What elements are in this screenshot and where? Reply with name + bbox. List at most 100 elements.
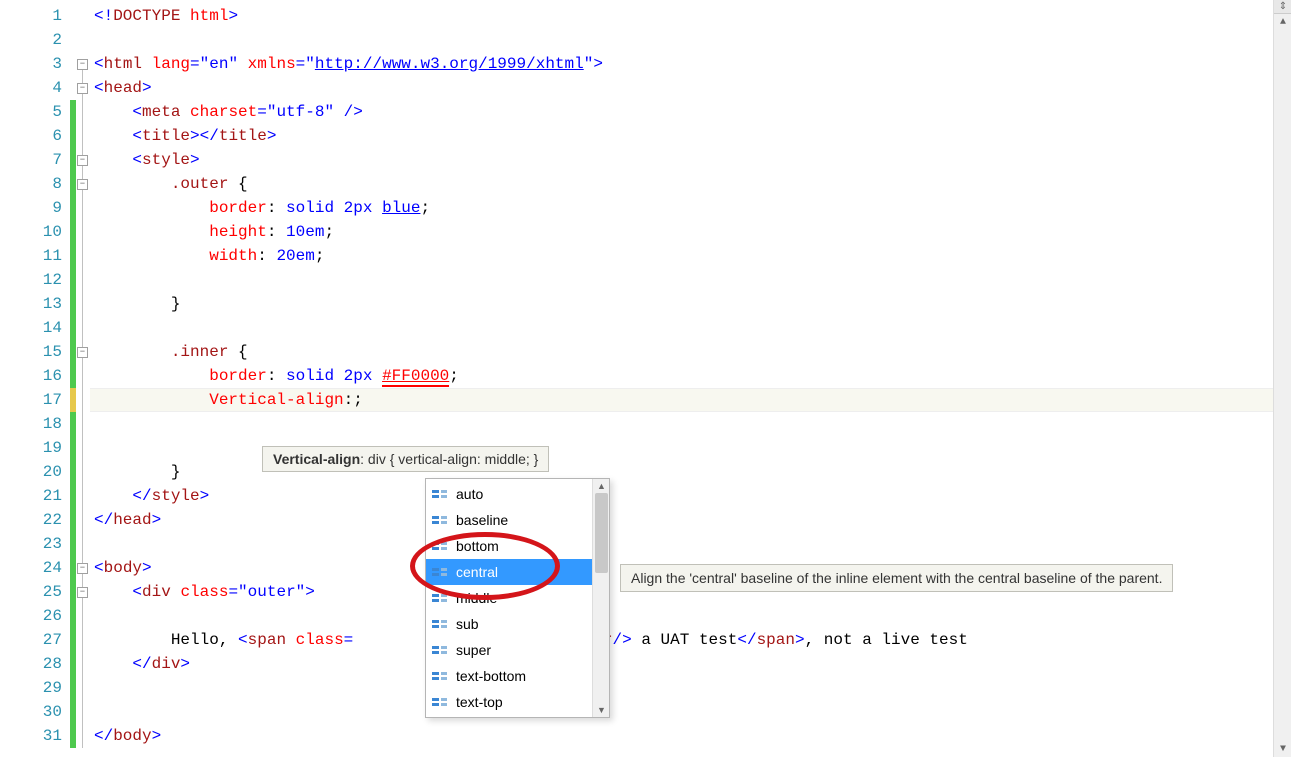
fold-cell	[76, 292, 90, 316]
fold-cell	[76, 124, 90, 148]
autocomplete-item-middle[interactable]: middle	[426, 585, 592, 611]
line-number: 15	[0, 340, 62, 364]
fold-cell	[76, 700, 90, 724]
line-number: 14	[0, 316, 62, 340]
autocomplete-item-sub[interactable]: sub	[426, 611, 592, 637]
line-number: 17	[0, 388, 62, 412]
autocomplete-item-bottom[interactable]: bottom	[426, 533, 592, 559]
line-number: 18	[0, 412, 62, 436]
fold-toggle-icon[interactable]: −	[77, 59, 88, 70]
code-line[interactable]: <head>	[90, 76, 1273, 100]
description-tooltip: Align the 'central' baseline of the inli…	[620, 564, 1173, 592]
code-line[interactable]: .inner {	[90, 340, 1273, 364]
hint-property-name: Vertical-align	[273, 451, 360, 467]
autocomplete-item-label: super	[456, 637, 491, 663]
popup-scrollbar[interactable]: ▲ ▼	[592, 479, 609, 717]
popup-scroll-thumb[interactable]	[595, 493, 608, 573]
fold-cell[interactable]: −	[76, 148, 90, 172]
code-line[interactable]: <title></title>	[90, 124, 1273, 148]
code-line[interactable]: </div>	[90, 652, 1273, 676]
property-icon	[432, 540, 448, 552]
line-number: 10	[0, 220, 62, 244]
autocomplete-item-text-top[interactable]: text-top	[426, 689, 592, 715]
fold-toggle-icon[interactable]: −	[77, 179, 88, 190]
code-line[interactable]	[90, 604, 1273, 628]
line-number: 8	[0, 172, 62, 196]
fold-cell	[76, 364, 90, 388]
fold-cell	[76, 220, 90, 244]
scroll-up-icon[interactable]: ▲	[1274, 14, 1291, 30]
fold-cell	[76, 316, 90, 340]
autocomplete-item-label: text-bottom	[456, 663, 526, 689]
fold-cell	[76, 244, 90, 268]
code-line[interactable]: </body>	[90, 724, 1273, 748]
line-number: 3	[0, 52, 62, 76]
line-number: 22	[0, 508, 62, 532]
fold-toggle-icon[interactable]: −	[77, 563, 88, 574]
autocomplete-item-label: central	[456, 559, 498, 585]
autocomplete-item-super[interactable]: super	[426, 637, 592, 663]
code-line[interactable]: border: solid 2px #FF0000;	[90, 364, 1273, 388]
code-line[interactable]: </head>	[90, 508, 1273, 532]
code-line[interactable]: height: 10em;	[90, 220, 1273, 244]
fold-cell	[76, 604, 90, 628]
fold-cell	[76, 436, 90, 460]
autocomplete-item-label: auto	[456, 481, 483, 507]
fold-cell	[76, 388, 90, 412]
code-line[interactable]: <style>	[90, 148, 1273, 172]
code-line[interactable]: }	[90, 292, 1273, 316]
code-line[interactable]: Hello, <span class= test.<br/> a UAT tes…	[90, 628, 1273, 652]
property-icon	[432, 670, 448, 682]
line-number: 11	[0, 244, 62, 268]
code-line[interactable]: <!DOCTYPE html>	[90, 4, 1273, 28]
autocomplete-item-baseline[interactable]: baseline	[426, 507, 592, 533]
code-line[interactable]: width: 20em;	[90, 244, 1273, 268]
fold-column[interactable]: − − − − − − −	[76, 0, 90, 757]
code-line[interactable]: </style>	[90, 484, 1273, 508]
fold-cell[interactable]: −	[76, 340, 90, 364]
fold-toggle-icon[interactable]: −	[77, 155, 88, 166]
line-number: 30	[0, 700, 62, 724]
scroll-down-icon[interactable]: ▼	[1274, 741, 1291, 757]
line-number: 9	[0, 196, 62, 220]
fold-cell	[76, 676, 90, 700]
fold-cell[interactable]: −	[76, 580, 90, 604]
fold-toggle-icon[interactable]: −	[77, 83, 88, 94]
code-line[interactable]	[90, 316, 1273, 340]
code-area[interactable]: <!DOCTYPE html> <html lang="en" xmlns="h…	[90, 0, 1273, 757]
code-line[interactable]	[90, 412, 1273, 436]
code-line[interactable]	[90, 268, 1273, 292]
fold-cell[interactable]: −	[76, 76, 90, 100]
line-number: 24	[0, 556, 62, 580]
autocomplete-item-central[interactable]: central	[426, 559, 592, 585]
line-number: 16	[0, 364, 62, 388]
popup-scroll-down-icon[interactable]: ▼	[593, 703, 610, 717]
property-icon	[432, 514, 448, 526]
code-line[interactable]	[90, 700, 1273, 724]
code-editor: 1234567891011121314151617181920212223242…	[0, 0, 1291, 757]
code-line[interactable]	[90, 532, 1273, 556]
code-line[interactable]	[90, 676, 1273, 700]
line-number: 20	[0, 460, 62, 484]
code-line[interactable]: <meta charset="utf-8" />	[90, 100, 1273, 124]
fold-toggle-icon[interactable]: −	[77, 347, 88, 358]
split-handle-icon[interactable]: ⇕	[1274, 0, 1291, 14]
fold-cell[interactable]: −	[76, 172, 90, 196]
vertical-scrollbar[interactable]: ⇕ ▲ ▼	[1273, 0, 1291, 757]
code-line[interactable]: Vertical-align:;	[90, 388, 1273, 412]
code-line[interactable]: <html lang="en" xmlns="http://www.w3.org…	[90, 52, 1273, 76]
autocomplete-list[interactable]: autobaselinebottomcentralmiddlesubsupert…	[426, 479, 592, 717]
popup-scroll-up-icon[interactable]: ▲	[593, 479, 610, 493]
autocomplete-item-label: text-top	[456, 689, 503, 715]
autocomplete-popup[interactable]: autobaselinebottomcentralmiddlesubsupert…	[425, 478, 610, 718]
fold-cell[interactable]: −	[76, 556, 90, 580]
autocomplete-item-text-bottom[interactable]: text-bottom	[426, 663, 592, 689]
code-line[interactable]	[90, 28, 1273, 52]
code-line[interactable]: border: solid 2px blue;	[90, 196, 1273, 220]
fold-cell[interactable]: −	[76, 52, 90, 76]
fold-toggle-icon[interactable]: −	[77, 587, 88, 598]
autocomplete-item-auto[interactable]: auto	[426, 481, 592, 507]
code-line[interactable]: .outer {	[90, 172, 1273, 196]
line-number: 19	[0, 436, 62, 460]
line-number: 21	[0, 484, 62, 508]
